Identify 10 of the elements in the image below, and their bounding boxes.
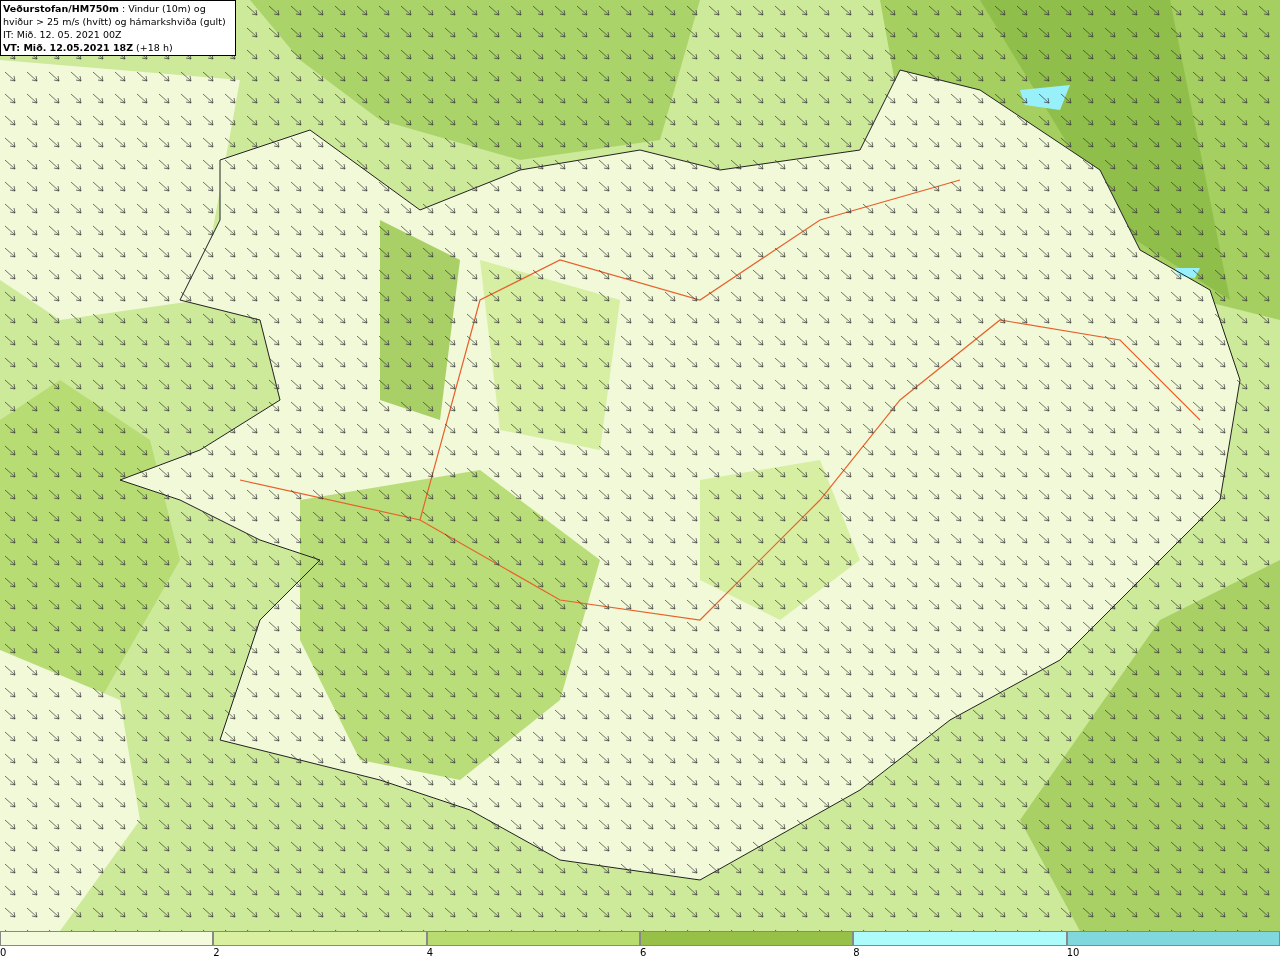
- legend-label: 10: [1066, 946, 1080, 959]
- legend-label: 2: [213, 946, 220, 959]
- caption-text: hviður > 25 m/s (hvítt) og hámarkshviða (gult): [3, 15, 227, 28]
- legend-label: 4: [426, 946, 434, 959]
- legend-label: 8: [853, 946, 860, 959]
- caption-text: Veðurstofan/HM750m : Vindur (10m) og: [3, 2, 207, 15]
- legend-label: 0: [0, 946, 7, 959]
- caption-text: VT: Mið. 12.05.2021 18Z (+18 h): [3, 41, 174, 54]
- legend-label: 6: [640, 946, 647, 959]
- caption-text: IT: Mið. 12. 05. 2021 00Z: [3, 28, 123, 41]
